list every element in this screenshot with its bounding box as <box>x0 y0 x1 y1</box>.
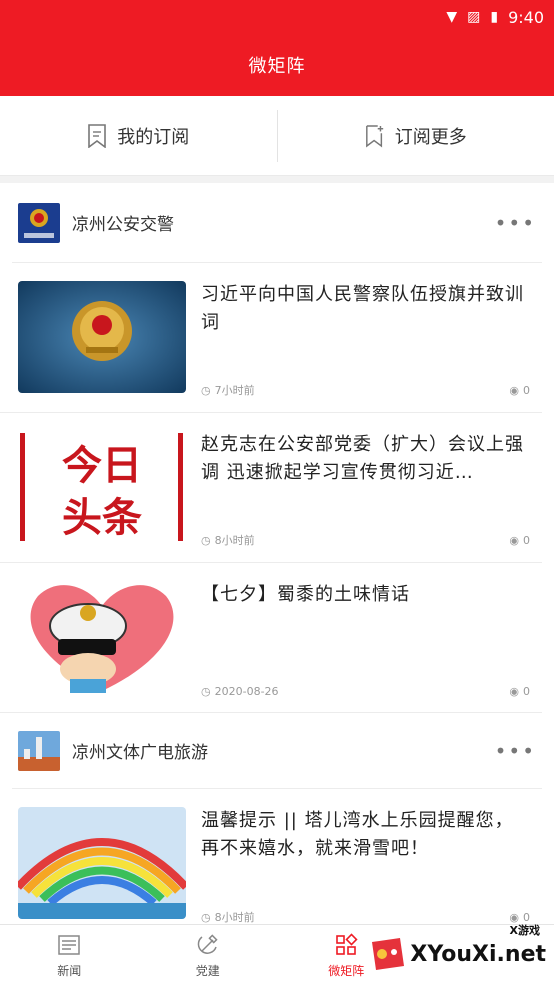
article-meta: ◷ 2020-08-26 ◉ 0 <box>201 685 530 698</box>
clock-icon: ◷ <box>201 534 211 547</box>
subscribe-bar: 我的订阅 订阅更多 <box>0 96 554 176</box>
article-meta: ◷ 7小时前 ◉ 0 <box>201 382 530 398</box>
clock-icon: ◷ <box>201 384 211 397</box>
article-item[interactable]: 今日 头条 赵克志在公安部党委（扩大）会议上强调 迅速掀起学习宣传贯彻习近… ◷… <box>0 413 542 563</box>
bookmark-add-icon <box>365 124 383 147</box>
watermark-small-text: X游戏 <box>509 924 540 937</box>
article-thumbnail <box>18 581 186 693</box>
channel-header[interactable]: 凉州文体广电旅游 ••• <box>12 713 542 789</box>
nav-news-label: 新闻 <box>57 963 82 978</box>
channel-name: 凉州文体广电旅游 <box>72 743 208 763</box>
article-item[interactable]: 温馨提示 || 塔儿湾水上乐园提醒您，再不来嬉水，就来滑雪吧！ ◷ 8小时前 ◉ 0 <box>0 789 542 939</box>
newspaper-icon <box>58 934 80 955</box>
my-subscriptions-label: 我的订阅 <box>117 126 190 148</box>
nav-news[interactable]: 新闻 <box>0 925 139 986</box>
my-subscriptions-button[interactable]: 我的订阅 <box>0 96 277 175</box>
article-title: 【七夕】蜀黍的土味情话 <box>201 584 410 605</box>
no-sim-icon: ▨ <box>467 9 481 25</box>
thumb-text-top: 今日 <box>62 443 142 489</box>
article-title: 习近平向中国人民警察队伍授旗并致训词 <box>201 284 524 333</box>
article-title: 温馨提示 || 塔儿湾水上乐园提醒您，再不来嬉水，就来滑雪吧！ <box>201 810 514 859</box>
section-gap <box>0 176 554 183</box>
clock-icon: ◷ <box>201 911 211 924</box>
article-time: 8小时前 <box>214 534 255 547</box>
channel-header[interactable]: 凉州公安交警 ••• <box>12 183 542 263</box>
status-bar: ▼ ▨ ▮ 9:40 <box>0 0 554 34</box>
nav-party-label: 党建 <box>195 963 220 978</box>
article-time: 2020-08-26 <box>214 685 279 698</box>
watermark-brand-text: XYouXi.net <box>410 941 546 967</box>
more-options-icon[interactable]: ••• <box>495 739 536 763</box>
subscribe-more-button[interactable]: 订阅更多 <box>278 96 554 175</box>
site-watermark: X游戏 XYouXi.net <box>366 924 546 972</box>
subscribe-more-label: 订阅更多 <box>394 126 467 148</box>
app-screen: ▼ ▨ ▮ 9:40 微矩阵 我的订阅 订阅更多 凉州公安交警 ••• 习近平向… <box>0 0 554 986</box>
gamepad-logo-icon <box>372 938 405 970</box>
article-views: 0 <box>523 383 530 397</box>
clock-icon: ◷ <box>201 685 211 698</box>
article-time: 7小时前 <box>214 384 255 397</box>
matrix-grid-icon <box>336 932 358 955</box>
battery-icon: ▮ <box>490 9 499 25</box>
nav-party[interactable]: 党建 <box>139 925 278 986</box>
tourism-logo <box>18 730 60 771</box>
wifi-icon: ▼ <box>446 9 458 25</box>
article-views: 0 <box>523 533 530 547</box>
more-options-icon[interactable]: ••• <box>495 211 536 235</box>
status-time: 9:40 <box>508 7 544 27</box>
thumb-text-bottom: 头条 <box>62 495 142 541</box>
article-thumbnail: 今日 头条 <box>18 431 186 543</box>
article-meta: ◷ 8小时前 ◉ 0 <box>201 909 530 925</box>
article-title: 赵克志在公安部党委（扩大）会议上强调 迅速掀起学习宣传贯彻习近… <box>201 434 524 483</box>
channel-name: 凉州公安交警 <box>72 215 174 235</box>
article-thumbnail <box>18 281 186 393</box>
eye-icon: ◉ <box>509 533 519 547</box>
article-item[interactable]: 【七夕】蜀黍的土味情话 ◷ 2020-08-26 ◉ 0 <box>0 563 542 713</box>
article-meta: ◷ 8小时前 ◉ 0 <box>201 532 530 548</box>
bookmark-list-icon <box>88 123 107 148</box>
eye-icon: ◉ <box>509 383 519 397</box>
hammer-sickle-icon <box>197 933 218 954</box>
eye-icon: ◉ <box>509 685 519 698</box>
article-time: 8小时前 <box>214 911 255 924</box>
nav-matrix-label: 微矩阵 <box>328 963 365 978</box>
article-thumbnail <box>18 807 186 919</box>
article-item[interactable]: 习近平向中国人民警察队伍授旗并致训词 ◷ 7小时前 ◉ 0 <box>0 263 542 413</box>
police-badge-logo <box>18 202 60 243</box>
page-title: 微矩阵 <box>0 34 554 96</box>
article-views: 0 <box>523 685 530 698</box>
